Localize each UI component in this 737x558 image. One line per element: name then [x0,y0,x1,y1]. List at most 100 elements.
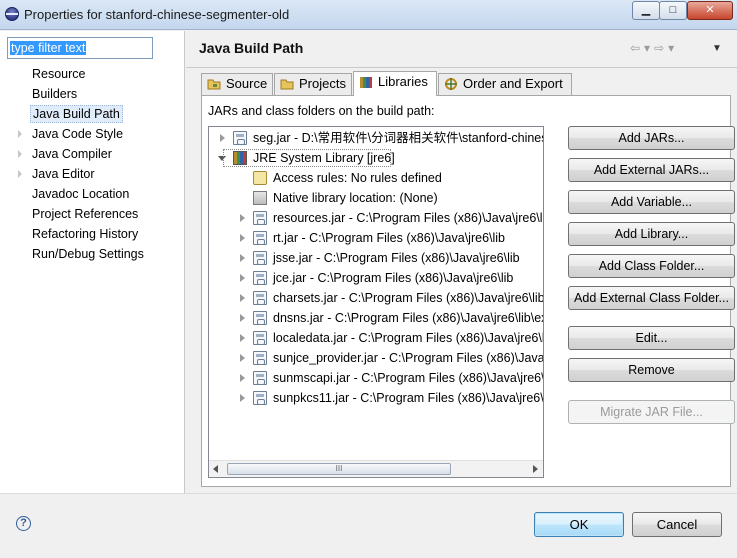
remove-button[interactable]: Remove [568,358,735,382]
expand-arrow-icon[interactable] [240,394,245,402]
horizontal-scrollbar[interactable]: III [209,460,543,477]
jar-icon [253,391,267,405]
nav-item-label: Builders [32,87,78,101]
add-jars-button[interactable]: Add JARs... [568,126,735,150]
tree-item-label: localedata.jar - C:\Program Files (x86)\… [273,331,544,345]
tree-row-jar[interactable]: resources.jar - C:\Program Files (x86)\J… [209,209,543,227]
nav-item-label: Java Code Style [32,127,124,141]
filter-input[interactable]: type filter text [7,37,153,59]
tree-item-label: Access rules: No rules defined [273,171,442,185]
tree-row-jar[interactable]: localedata.jar - C:\Program Files (x86)\… [209,329,543,347]
tab-projects[interactable]: Projects [274,73,352,95]
nav-item-refactoring-history[interactable]: Refactoring History [30,225,140,243]
property-page: Java Build Path ⇦▾⇨▾ ▼ Source Projects L… [186,31,737,493]
access-rules-icon [253,171,267,185]
cancel-button[interactable]: Cancel [632,512,722,537]
expand-arrow-icon[interactable] [240,334,245,342]
tree-row-access-rules[interactable]: Access rules: No rules defined [209,169,543,187]
nav-item-project-references[interactable]: Project References [30,205,140,223]
expand-arrow-icon[interactable] [18,130,22,138]
nav-item-label: Project References [32,207,139,221]
expand-arrow-icon[interactable] [240,354,245,362]
help-icon[interactable]: ? [16,516,31,531]
tab-order-and-export[interactable]: Order and Export [438,73,572,95]
tab-libraries[interactable]: Libraries [353,71,437,96]
migrate-jar-button[interactable]: Migrate JAR File... [568,400,735,424]
nav-item-builders[interactable]: Builders [30,85,79,103]
jar-icon [253,331,267,345]
page-title: Java Build Path [199,40,304,56]
forward-arrow-icon[interactable]: ⇨▾ [654,41,678,55]
expand-arrow-icon[interactable] [240,374,245,382]
tree-item-label: sunjce_provider.jar - C:\Program Files (… [273,351,544,365]
tab-label: Projects [299,76,346,91]
maximize-button[interactable]: □ [659,1,687,20]
minimize-icon: ▁ [641,4,651,16]
jar-icon [253,231,267,245]
back-arrow-icon[interactable]: ⇦▾ [630,41,654,55]
minimize-button[interactable]: ▁ [632,1,660,20]
scroll-left-icon[interactable] [213,465,218,473]
nav-item-java-editor[interactable]: Java Editor [18,165,97,183]
header-divider [186,67,737,68]
add-class-folder-button[interactable]: Add Class Folder... [568,254,735,278]
nav-item-java-build-path[interactable]: Java Build Path [30,105,123,123]
nav-item-java-compiler[interactable]: Java Compiler [18,145,114,163]
expand-arrow-icon[interactable] [240,234,245,242]
nav-item-java-code-style[interactable]: Java Code Style [18,125,125,143]
tree-row-seg-jar[interactable]: seg.jar - D:\常用软件\分词器相关软件\stanford-chine… [209,129,543,147]
jar-icon [253,211,267,225]
expand-arrow-icon[interactable] [240,214,245,222]
expand-arrow-icon[interactable] [240,294,245,302]
tree-row-jar[interactable]: sunpkcs11.jar - C:\Program Files (x86)\J… [209,389,543,407]
add-external-jars-button[interactable]: Add External JARs... [568,158,735,182]
tree-item-label: JRE System Library [jre6] [253,151,395,165]
add-library-button[interactable]: Add Library... [568,222,735,246]
tree-item-label: resources.jar - C:\Program Files (x86)\J… [273,211,544,225]
tree-row-jar[interactable]: rt.jar - C:\Program Files (x86)\Java\jre… [209,229,543,247]
scroll-right-icon[interactable] [533,465,538,473]
nav-item-run-debug-settings[interactable]: Run/Debug Settings [30,245,146,263]
expand-arrow-icon[interactable] [240,274,245,282]
native-library-icon [253,191,267,205]
tree-item-label: seg.jar - D:\常用软件\分词器相关软件\stanford-chine… [253,131,544,145]
expand-arrow-icon[interactable] [220,134,225,142]
tree-row-native-location[interactable]: Native library location: (None) [209,189,543,207]
projects-icon [280,79,294,90]
tree-item-label: jsse.jar - C:\Program Files (x86)\Java\j… [273,251,520,265]
nav-item-label: Java Build Path [33,107,120,121]
tree-row-jre-library[interactable]: JRE System Library [jre6] [209,149,543,167]
tree-item-label: rt.jar - C:\Program Files (x86)\Java\jre… [273,231,506,245]
tree-item-label: sunmscapi.jar - C:\Program Files (x86)\J… [273,371,543,385]
expand-arrow-icon[interactable] [18,150,22,158]
expand-arrow-icon[interactable] [240,254,245,262]
grip-icon: III [335,464,343,473]
add-variable-button[interactable]: Add Variable... [568,190,735,214]
jar-icon [253,371,267,385]
expand-arrow-icon[interactable] [240,314,245,322]
libraries-icon [360,77,372,88]
build-path-tree[interactable]: seg.jar - D:\常用软件\分词器相关软件\stanford-chine… [208,126,544,478]
filter-input-text: type filter text [10,41,87,55]
tree-row-jar[interactable]: jce.jar - C:\Program Files (x86)\Java\jr… [209,269,543,287]
tree-row-jar[interactable]: charsets.jar - C:\Program Files (x86)\Ja… [209,289,543,307]
view-menu-icon[interactable]: ▼ [712,43,722,54]
tab-source[interactable]: Source [201,73,273,95]
tree-item-label: charsets.jar - C:\Program Files (x86)\Ja… [273,291,544,305]
tree-row-jar[interactable]: jsse.jar - C:\Program Files (x86)\Java\j… [209,249,543,267]
add-external-class-folder-button[interactable]: Add External Class Folder... [568,286,735,310]
nav-item-resource[interactable]: Resource [30,65,88,83]
close-button[interactable]: ✕ [687,1,733,20]
tree-row-jar[interactable]: sunjce_provider.jar - C:\Program Files (… [209,349,543,367]
nav-item-label: Java Compiler [32,147,112,161]
preference-nav-pane: type filter text Resource Builders Java … [0,31,185,493]
source-folder-icon [207,79,221,90]
expand-arrow-icon[interactable] [18,170,22,178]
tree-row-jar[interactable]: sunmscapi.jar - C:\Program Files (x86)\J… [209,369,543,387]
tree-row-jar[interactable]: dnsns.jar - C:\Program Files (x86)\Java\… [209,309,543,327]
scrollbar-thumb[interactable]: III [227,463,451,475]
ok-button[interactable]: OK [534,512,624,537]
nav-item-javadoc-location[interactable]: Javadoc Location [30,185,131,203]
tree-item-label: Native library location: (None) [273,191,438,205]
edit-button[interactable]: Edit... [568,326,735,350]
